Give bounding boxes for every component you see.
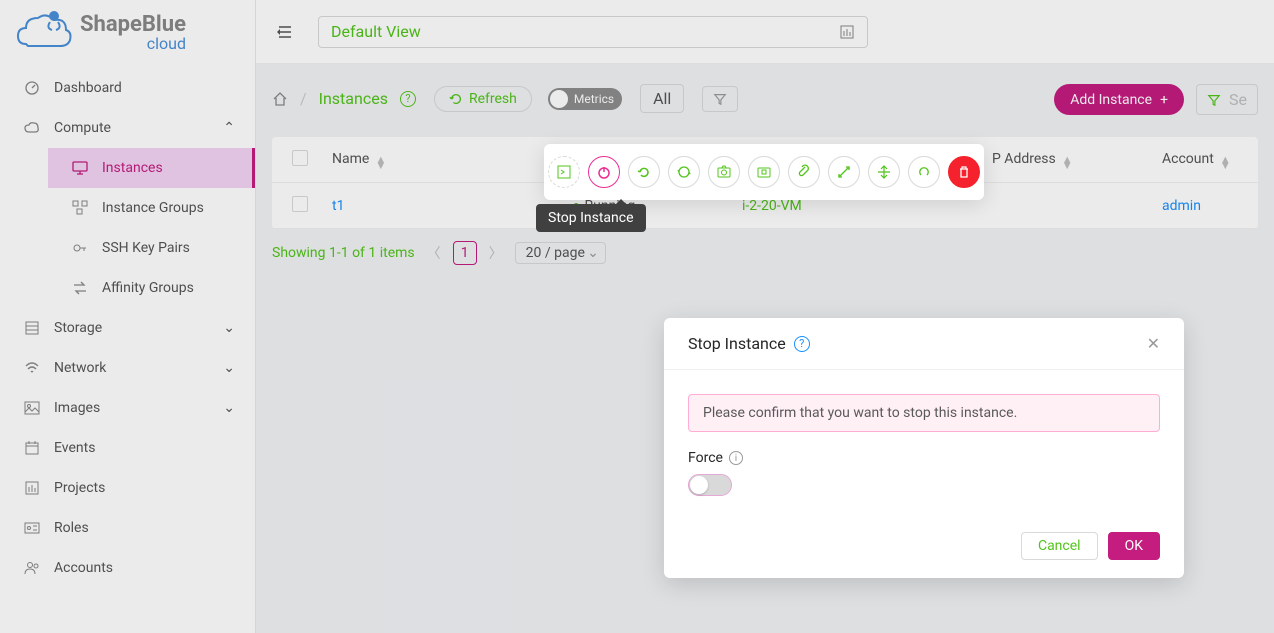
action-toolbar: [544, 144, 984, 200]
migrate-button[interactable]: [868, 156, 900, 188]
info-icon[interactable]: i: [729, 451, 743, 465]
reboot-button[interactable]: [628, 156, 660, 188]
modal-footer: Cancel OK: [664, 520, 1184, 578]
modal-title: Stop Instance: [688, 334, 786, 353]
close-icon[interactable]: ✕: [1147, 334, 1160, 353]
confirm-alert: Please confirm that you want to stop thi…: [688, 394, 1160, 432]
destroy-button[interactable]: [948, 156, 980, 188]
tooltip-text: Stop Instance: [548, 210, 634, 226]
attach-iso-button[interactable]: [788, 156, 820, 188]
force-label: Force: [688, 450, 723, 466]
stop-instance-modal: Stop Instance ? ✕ Please confirm that yo…: [664, 318, 1184, 578]
snapshot-button[interactable]: [708, 156, 740, 188]
unmanage-button[interactable]: [908, 156, 940, 188]
reinstall-button[interactable]: [668, 156, 700, 188]
help-icon[interactable]: ?: [794, 336, 810, 352]
force-toggle[interactable]: [688, 474, 732, 496]
modal-body: Please confirm that you want to stop thi…: [664, 370, 1184, 520]
scale-button[interactable]: [828, 156, 860, 188]
console-button[interactable]: [548, 156, 580, 188]
modal-header: Stop Instance ? ✕: [664, 318, 1184, 370]
tooltip: Stop Instance: [536, 204, 646, 232]
ok-button[interactable]: OK: [1108, 532, 1160, 560]
stop-button[interactable]: [588, 156, 620, 188]
force-field: Force i: [688, 450, 1160, 466]
toggle-knob: [690, 476, 708, 494]
cancel-button[interactable]: Cancel: [1021, 532, 1098, 560]
vm-snapshot-button[interactable]: [748, 156, 780, 188]
